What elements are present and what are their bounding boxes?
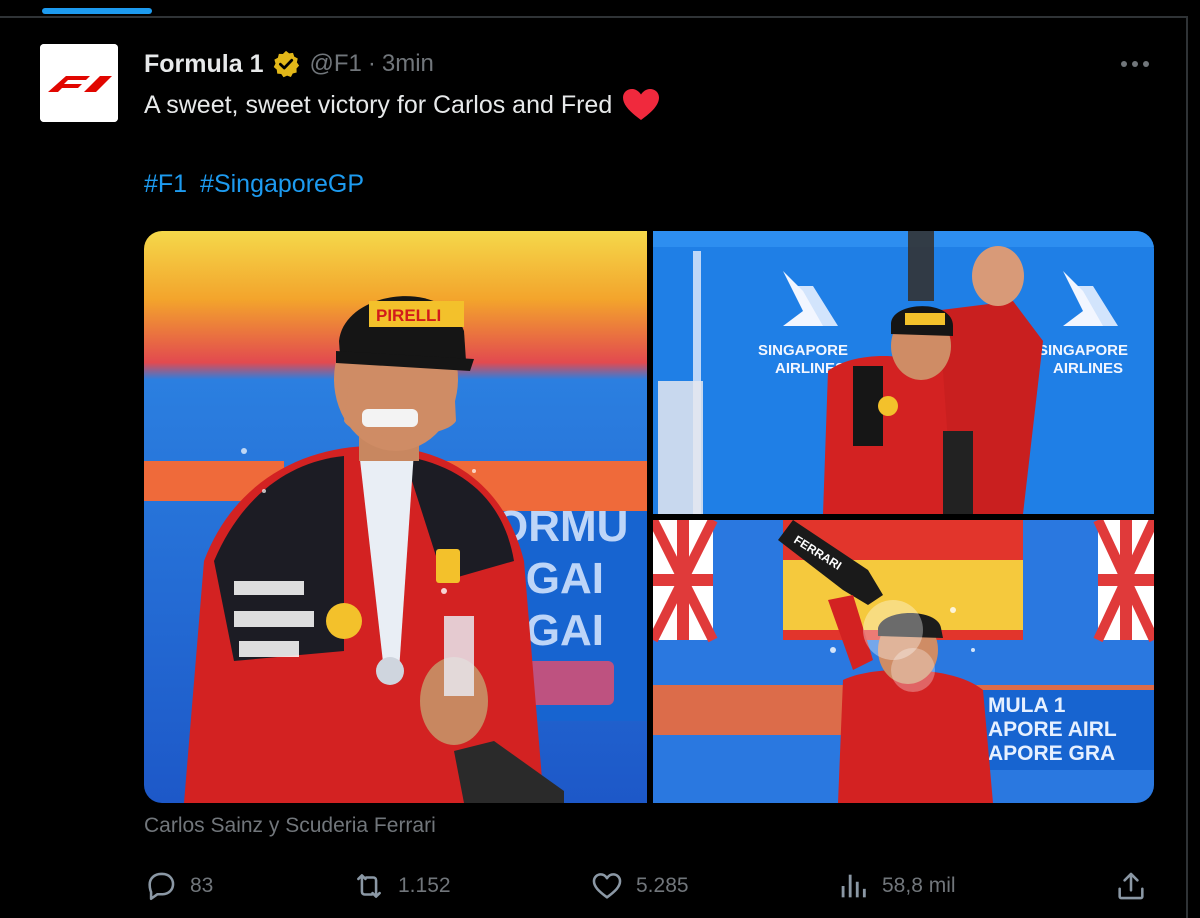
share-icon (1118, 872, 1144, 900)
tweet-view: Formula 1 @F1 · 3min A sweet, sweet vict… (0, 0, 1200, 918)
avatar[interactable] (40, 44, 118, 122)
heart-icon (592, 873, 622, 899)
views-count: 58,8 mil (882, 874, 956, 897)
like-count: 5.285 (636, 874, 689, 897)
media-caption[interactable]: Carlos Sainz y Scuderia Ferrari (144, 814, 436, 838)
photo-carlos-champagne[interactable]: ORMU NGAI NGAI PIRELLI (144, 231, 647, 803)
more-options-icon[interactable] (1118, 54, 1152, 74)
top-divider (0, 16, 1188, 18)
share-button[interactable] (1114, 866, 1148, 906)
timestamp[interactable]: 3min (382, 50, 434, 78)
photo-illustration: SINGAPORE AIRLINES SINGAPORE AIRLINES (653, 231, 1154, 514)
tweet-text: A sweet, sweet victory for Carlos and Fr… (144, 90, 613, 119)
column-border (1186, 18, 1188, 918)
hashtag-f1[interactable]: #F1 (144, 170, 187, 198)
media-grid: ORMU NGAI NGAI PIRELLI SINGAPORE AIRLINE… (144, 231, 1154, 803)
tweet-text-row: A sweet, sweet victory for Carlos and Fr… (144, 88, 660, 122)
banner-text-1: MULA 1 (988, 694, 1066, 717)
photo-illustration: ORMU NGAI NGAI PIRELLI (144, 231, 647, 803)
photo-champagne-spray[interactable]: FERRARI MULA 1 APORE AIRL APORE GRA (653, 520, 1154, 803)
hashtag-singaporegp[interactable]: #SingaporeGP (200, 170, 364, 198)
like-button[interactable]: 5.285 (590, 866, 689, 906)
reply-icon (148, 872, 175, 901)
tweet-header: Formula 1 @F1 · 3min (144, 46, 434, 82)
views-button[interactable]: 58,8 mil (836, 866, 956, 906)
sponsor-text-1: SINGAPORE (758, 342, 848, 359)
display-name[interactable]: Formula 1 (144, 50, 263, 79)
banner-text-2: APORE AIRL (988, 718, 1117, 741)
svg-text:PIRELLI: PIRELLI (376, 306, 441, 325)
repost-button[interactable]: 1.152 (352, 866, 451, 906)
f1-logo-icon (40, 44, 118, 122)
action-bar: 83 1.152 5.285 58,8 mil (144, 866, 1154, 906)
red-heart-emoji-icon (623, 89, 660, 120)
repost-count: 1.152 (398, 874, 451, 897)
photo-illustration: FERRARI MULA 1 APORE AIRL APORE GRA (653, 520, 1154, 803)
banner-text-3: APORE GRA (988, 742, 1115, 765)
bar-chart-icon (841, 874, 866, 898)
hashtags: #F1 #SingaporeGP (144, 170, 370, 199)
user-handle[interactable]: @F1 (309, 50, 361, 78)
repost-icon (357, 874, 381, 898)
reply-count: 83 (190, 874, 214, 897)
separator-dot: · (367, 50, 376, 77)
sponsor-text-3: SINGAPORE (1038, 342, 1128, 359)
reply-button[interactable]: 83 (144, 866, 213, 906)
photo-fred-and-carlos[interactable]: SINGAPORE AIRLINES SINGAPORE AIRLINES (653, 231, 1154, 514)
sponsor-text-4: AIRLINES (1053, 360, 1123, 377)
verified-badge-icon (274, 50, 300, 78)
active-tab-indicator (42, 8, 152, 14)
